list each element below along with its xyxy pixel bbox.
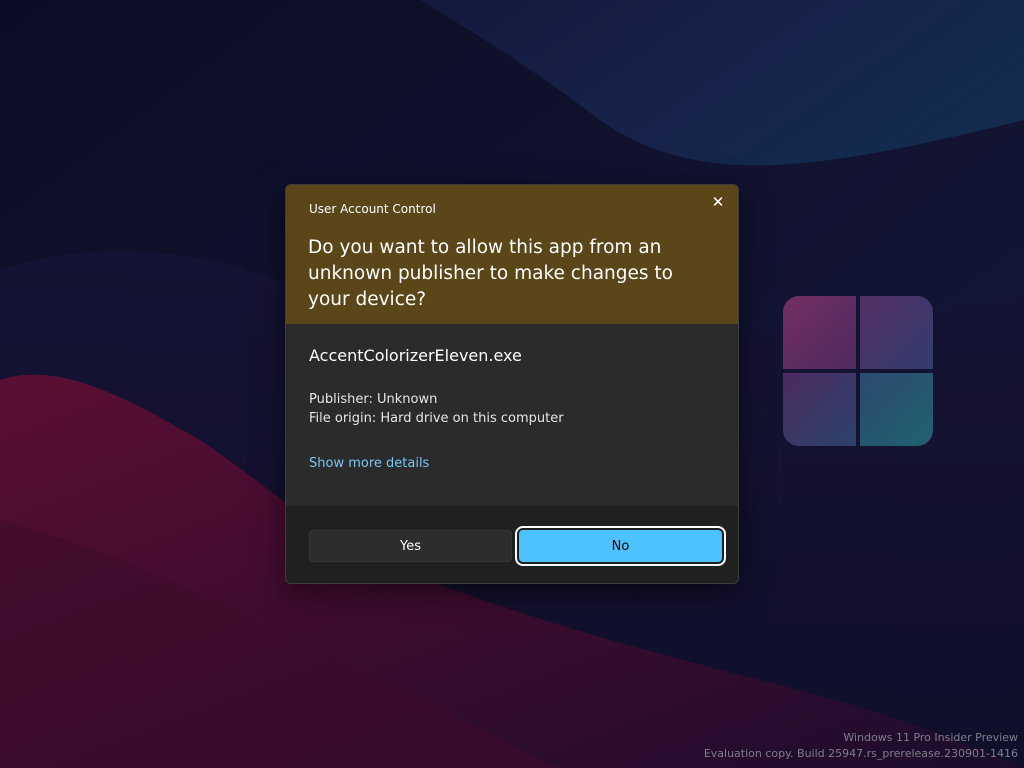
publisher-line: Publisher: Unknown — [309, 392, 438, 407]
watermark-edition: Windows 11 Pro Insider Preview — [843, 731, 1018, 744]
windows-logo-pane — [783, 373, 856, 446]
yes-button[interactable]: Yes — [309, 530, 512, 562]
windows-logo-icon — [783, 296, 933, 448]
uac-dialog: User Account Control ✕ Do you want to al… — [285, 184, 739, 584]
uac-question: Do you want to allow this app from an un… — [308, 237, 673, 310]
dialog-title: User Account Control — [309, 202, 436, 216]
windows-logo-pane — [860, 296, 933, 369]
publisher-info: Publisher: Unknown File origin: Hard dri… — [309, 390, 564, 428]
uac-header: User Account Control ✕ Do you want to al… — [286, 185, 738, 324]
close-button[interactable]: ✕ — [704, 189, 732, 215]
app-name: AccentColorizerEleven.exe — [309, 346, 522, 365]
file-origin-line: File origin: Hard drive on this computer — [309, 411, 564, 426]
watermark-build: Evaluation copy. Build 25947.rs_prerelea… — [703, 747, 1018, 760]
show-more-details-link[interactable]: Show more details — [309, 456, 429, 471]
evaluation-watermark: Windows 11 Pro Insider Preview Evaluatio… — [704, 730, 1018, 762]
uac-body: AccentColorizerEleven.exe Publisher: Unk… — [286, 324, 738, 506]
windows-logo-pane — [783, 296, 856, 369]
no-button[interactable]: No — [515, 526, 726, 566]
uac-footer: Yes No — [286, 506, 738, 583]
close-icon: ✕ — [711, 193, 725, 211]
windows-logo-pane — [860, 373, 933, 446]
